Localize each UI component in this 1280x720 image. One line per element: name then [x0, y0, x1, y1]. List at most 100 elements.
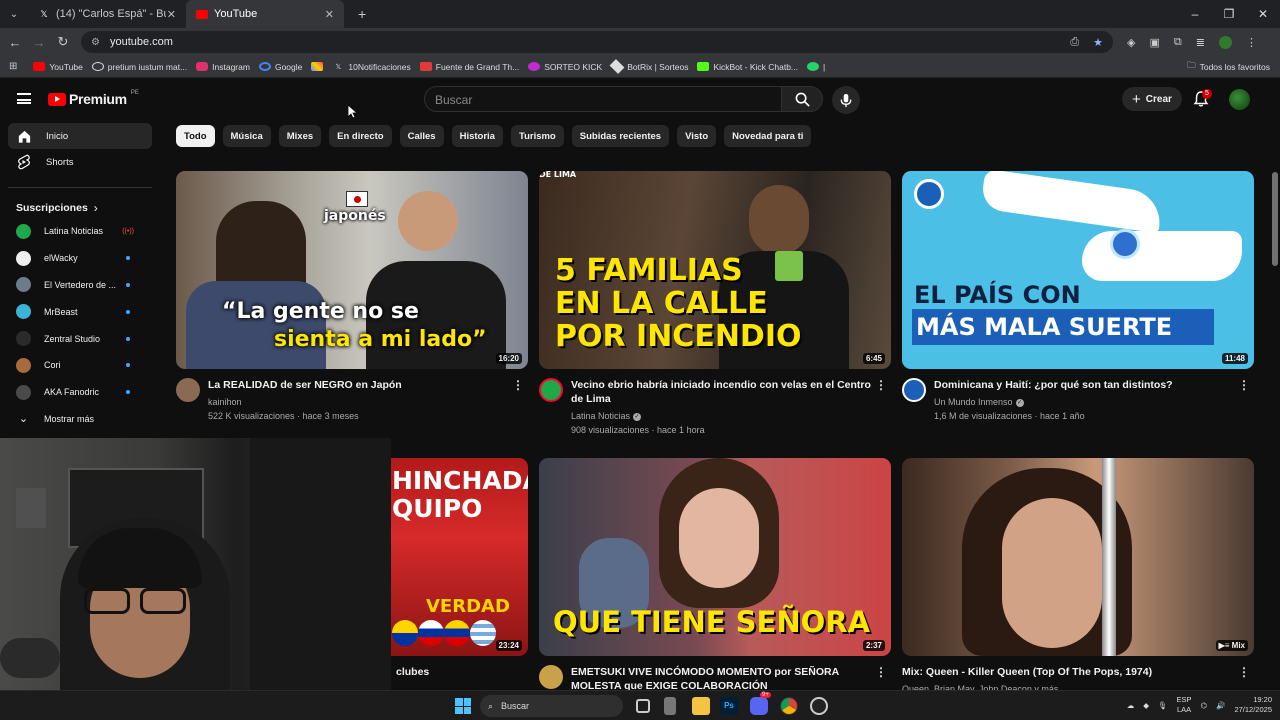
create-button[interactable]: + Crear [1122, 87, 1182, 111]
chrome-icon[interactable] [780, 697, 798, 715]
reload-icon[interactable]: ↻ [51, 34, 75, 50]
profile-avatar[interactable] [1218, 35, 1232, 49]
subscription-item[interactable]: El Vertedero de ... [16, 272, 138, 299]
tray-app-icon[interactable]: ◆ [1143, 701, 1149, 710]
photoshop-icon[interactable]: Ps [720, 697, 738, 715]
sidebar-item-shorts[interactable]: Shorts [8, 149, 152, 175]
discord-icon[interactable] [750, 697, 768, 715]
subscription-item[interactable]: Zentral Studio [16, 325, 138, 352]
sidebar-item-inicio[interactable]: Inicio [8, 123, 152, 149]
filter-chip[interactable]: Historia [451, 125, 503, 147]
menu-dots-icon[interactable]: ⋮ [1246, 36, 1257, 49]
browser-tab-x[interactable]: 𝕏 (14) "Carlos Espá" - Buscar / X ✕ [28, 0, 186, 28]
filter-chip[interactable]: Música [222, 125, 271, 147]
more-actions-icon[interactable]: ⋮ [512, 378, 524, 392]
subscriptions-heading[interactable]: Suscripciones › [16, 198, 160, 218]
video-thumbnail[interactable]: QUE TIENE SEÑORA 2:37 [539, 458, 891, 656]
bookmark-whatsapp[interactable]: | [807, 62, 825, 72]
back-icon[interactable]: ← [3, 35, 27, 50]
minimize-icon[interactable]: – [1178, 0, 1212, 28]
filter-chip[interactable]: Calles [399, 125, 444, 147]
onedrive-icon[interactable]: ☁ [1127, 701, 1135, 710]
account-avatar[interactable] [1229, 89, 1250, 110]
video-card[interactable]: ▶≡ Mix Mix: Queen - Killer Queen (Top Of… [902, 458, 1254, 696]
video-title[interactable]: Vecino ebrio habría iniciado incendio co… [571, 378, 871, 406]
channel-name[interactable]: Latina Noticias ✓ [571, 409, 871, 423]
more-actions-icon[interactable]: ⋮ [1238, 378, 1250, 392]
url-bar[interactable]: ⚙ youtube.com ⎙ ★ [81, 31, 1113, 53]
filter-chip[interactable]: Visto [677, 125, 717, 147]
file-explorer-icon[interactable] [692, 697, 710, 715]
bookmark-botrix[interactable]: BotRix | Sorteos [609, 59, 688, 74]
channel-avatar[interactable] [176, 378, 200, 402]
channel-name[interactable]: Un Mundo Inmenso ✓ [934, 395, 1234, 409]
extensions-puzzle-icon[interactable]: ⧉ [1174, 36, 1182, 49]
video-card[interactable]: DE LIMA 5 FAMILIAS EN LA CALLE POR INCEN… [539, 171, 891, 437]
mic-tray-icon[interactable]: 🎙 [1158, 701, 1168, 710]
new-tab-button[interactable]: + [358, 6, 366, 22]
video-card[interactable]: QUE TIENE SEÑORA 2:37 EMETSUKI VIVE INCÓ… [539, 458, 891, 693]
video-thumbnail[interactable]: EL PAÍS CON MÁS MALA SUERTE 11:48 [902, 171, 1254, 369]
page-scrollbar[interactable] [1272, 172, 1278, 266]
bookmark-instagram[interactable]: Instagram [196, 62, 250, 72]
filter-chip[interactable]: Subidas recientes [571, 125, 670, 147]
site-info-icon[interactable]: ⚙ [91, 37, 100, 48]
bookmark-sorteo-kick[interactable]: SORTEO KICK [528, 62, 602, 72]
filter-chip[interactable]: En directo [329, 125, 392, 147]
obs-icon[interactable] [810, 697, 828, 715]
extension-icon-1[interactable]: ◈ [1127, 36, 1135, 49]
show-more-button[interactable]: ⌄ Mostrar más [16, 406, 138, 433]
video-card[interactable]: japonés “La gente no se sienta a mi lado… [176, 171, 528, 423]
bookmark-pretium[interactable]: pretium iustum mat... [91, 62, 187, 72]
more-actions-icon[interactable]: ⋮ [875, 378, 887, 392]
search-input[interactable]: Buscar [424, 86, 782, 112]
close-tab-icon[interactable]: ✕ [325, 8, 334, 21]
subscription-item[interactable]: AKA Fanodric [16, 379, 138, 406]
youtube-premium-logo[interactable]: Premium PE [48, 90, 139, 107]
tab-list-chevron-icon[interactable]: ⌄ [0, 9, 28, 20]
task-view-icon[interactable] [636, 699, 650, 713]
install-app-icon[interactable]: ⎙ [1070, 36, 1079, 49]
close-window-icon[interactable]: ✕ [1246, 0, 1280, 28]
reading-list-icon[interactable]: ≣ [1196, 36, 1205, 49]
video-title[interactable]: Dominicana y Haití: ¿por qué son tan dis… [934, 378, 1234, 392]
network-icon[interactable]: ⌬ [1201, 701, 1208, 710]
filter-chip[interactable]: Novedad para ti [724, 125, 812, 147]
language-indicator[interactable]: ESP LAA [1177, 695, 1192, 715]
bookmark-kickbot[interactable]: KickBot - Kick Chatb... [697, 62, 798, 72]
bookmark-notificaciones[interactable]: 𝕏 10Notificaciones [332, 62, 411, 72]
video-thumbnail[interactable]: japonés “La gente no se sienta a mi lado… [176, 171, 528, 369]
channel-avatar[interactable] [539, 665, 563, 689]
video-title[interactable]: La REALIDAD de ser NEGRO en Japón [208, 378, 508, 392]
voice-search-button[interactable] [832, 86, 860, 114]
extension-icon-2[interactable]: ▣ [1149, 36, 1159, 49]
close-tab-icon[interactable]: ✕ [167, 8, 176, 21]
app-icon-gray[interactable] [664, 697, 676, 715]
bookmark-grand-theft[interactable]: Fuente de Grand Th... [419, 62, 519, 72]
clock[interactable]: 19:20 27/12/2025 [1234, 695, 1272, 715]
channel-avatar[interactable] [539, 378, 563, 402]
search-button[interactable] [781, 86, 823, 112]
all-favorites[interactable]: 🗀 Todos los favoritos [1187, 60, 1270, 74]
channel-avatar[interactable] [902, 378, 926, 402]
video-title[interactable]: Mix: Queen - Killer Queen (Top Of The Po… [902, 665, 1202, 679]
bookmark-google[interactable]: Google [258, 62, 302, 72]
taskbar-search[interactable]: ⌕ Buscar [480, 695, 623, 717]
volume-icon[interactable]: 🔊 [1216, 701, 1225, 710]
hamburger-menu-icon[interactable] [17, 93, 31, 104]
bookmark-youtube[interactable]: YouTube [33, 62, 83, 72]
subscription-item[interactable]: Cori [16, 352, 138, 379]
filter-chip[interactable]: Todo [176, 125, 215, 147]
subscription-item[interactable]: elWacky [16, 245, 138, 272]
subscription-item[interactable]: Latina Noticias ((•)) [16, 218, 138, 245]
restore-icon[interactable]: ❐ [1212, 0, 1246, 28]
filter-chip[interactable]: Mixes [278, 125, 322, 147]
filter-chip[interactable]: Turismo [510, 125, 564, 147]
more-actions-icon[interactable]: ⋮ [875, 665, 887, 679]
video-card[interactable]: EL PAÍS CON MÁS MALA SUERTE 11:48 Domini… [902, 171, 1254, 423]
channel-name[interactable]: kainihon [208, 395, 508, 409]
apps-grid-icon[interactable]: ⊞ [9, 61, 17, 72]
bookmark-star-icon[interactable]: ★ [1093, 36, 1103, 49]
bookmark-unnamed[interactable] [311, 62, 324, 71]
forward-icon[interactable]: → [27, 35, 51, 50]
